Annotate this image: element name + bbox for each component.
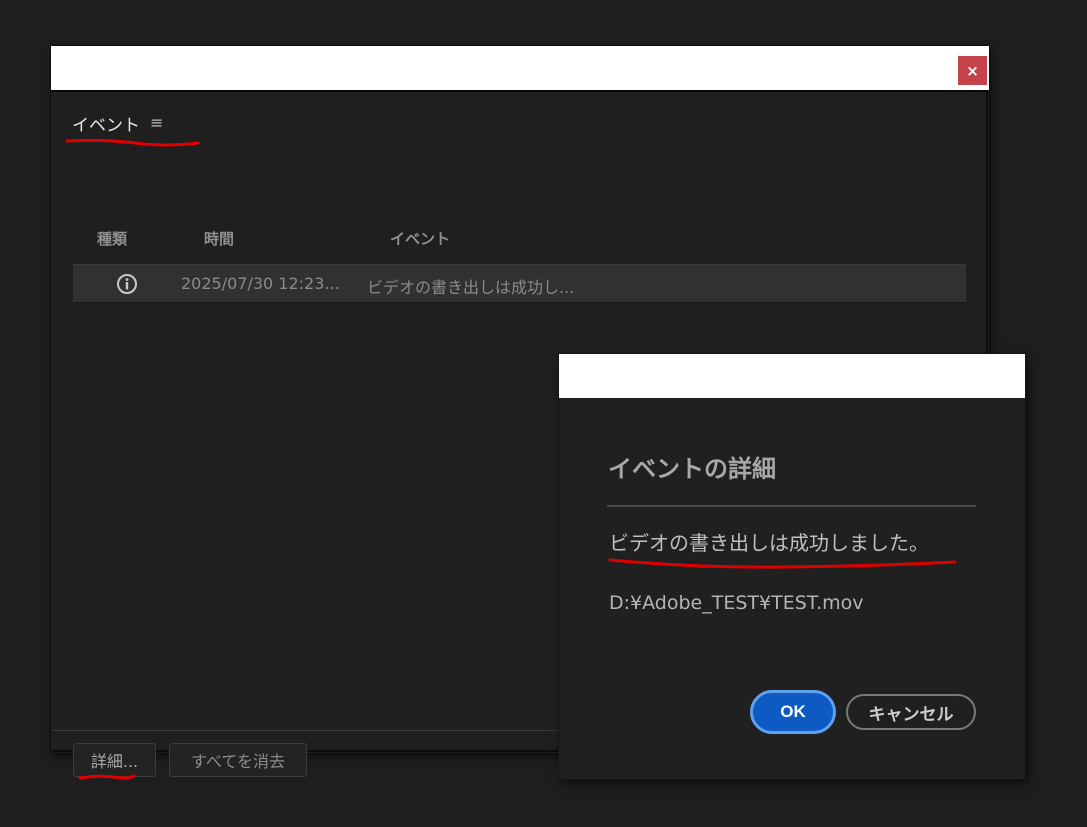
ok-button[interactable]: OK: [750, 690, 836, 734]
info-icon: [117, 274, 137, 294]
clear-all-button[interactable]: すべてを消去: [169, 743, 307, 777]
panel-title: イベント: [72, 115, 140, 136]
panel-titlebar[interactable]: ×: [51, 46, 989, 92]
column-headers: 種類 時間 イベント: [74, 228, 966, 252]
column-header-event[interactable]: イベント: [390, 228, 450, 249]
cancel-button[interactable]: キャンセル: [846, 694, 976, 730]
hamburger-menu-icon[interactable]: ≡: [150, 115, 163, 131]
close-button[interactable]: ×: [958, 56, 987, 85]
table-row[interactable]: 2025/07/30 12:23... ビデオの書き出しは成功し...: [73, 264, 966, 303]
row-time: 2025/07/30 12:23...: [181, 274, 340, 293]
dialog-divider: [607, 505, 976, 507]
column-header-time[interactable]: 時間: [204, 228, 234, 249]
event-details-dialog: イベントの詳細 ビデオの書き出しは成功しました。 D:¥Adobe_TEST¥T…: [559, 354, 1025, 779]
annotation-underline-title: [65, 138, 200, 147]
column-header-type[interactable]: 種類: [97, 228, 127, 249]
dialog-message: ビデオの書き出しは成功しました。: [609, 531, 929, 555]
dialog-titlebar[interactable]: [559, 354, 1025, 398]
annotation-underline-message: [608, 558, 957, 569]
close-icon: ×: [966, 61, 979, 80]
details-button[interactable]: 詳細...: [73, 743, 156, 777]
panel-header: イベント ≡: [72, 110, 163, 136]
dialog-title: イベントの詳細: [608, 455, 776, 483]
row-event: ビデオの書き出しは成功し...: [367, 278, 575, 297]
file-path: D:¥Adobe_TEST¥TEST.mov: [609, 592, 864, 614]
